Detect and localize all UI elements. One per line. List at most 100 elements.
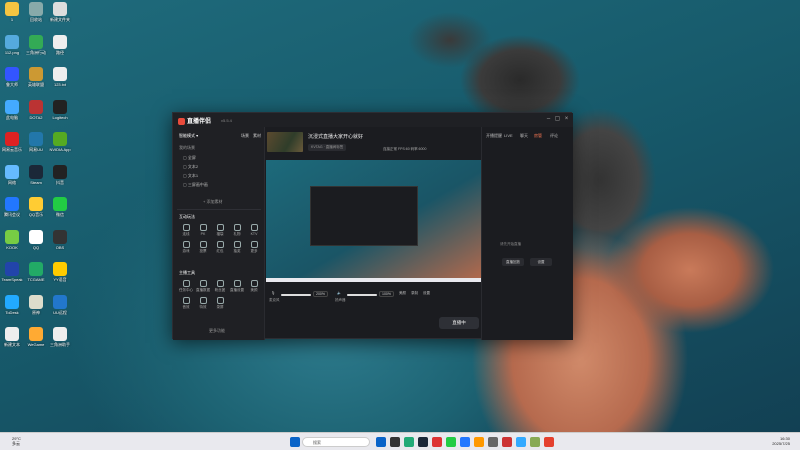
- desktop-icon[interactable]: OBS: [48, 229, 72, 250]
- maximize-icon[interactable]: ▢: [554, 116, 561, 123]
- speaker-icon[interactable]: 🔈: [337, 291, 341, 295]
- desktop-icon[interactable]: 微信: [48, 197, 72, 217]
- taskbar-app-icon[interactable]: [544, 437, 554, 447]
- stream-tags[interactable]: KVTAG · 直播间标签: [308, 144, 347, 151]
- desktop-icon[interactable]: 腾讯会议: [0, 197, 24, 217]
- scene-item[interactable]: ▢ 全屏: [183, 155, 196, 161]
- right-panel-tab[interactable]: 聊天: [520, 133, 528, 139]
- desktop-icon[interactable]: QQ音乐: [24, 197, 48, 217]
- desktop-icon[interactable]: 1: [0, 2, 24, 22]
- stream-cover[interactable]: [267, 132, 303, 152]
- tool-button[interactable]: 录屏: [211, 297, 229, 310]
- tool-button[interactable]: 红包: [211, 241, 229, 254]
- tool-button[interactable]: PK: [194, 224, 212, 236]
- taskbar-app-icon[interactable]: [390, 437, 400, 447]
- desktop-icon[interactable]: 英雄联盟: [24, 67, 48, 87]
- desktop-icon[interactable]: 三角洲助手: [48, 327, 72, 347]
- tool-button[interactable]: 直播设置: [228, 280, 246, 293]
- desktop-icon[interactable]: Logitech: [48, 99, 72, 120]
- tool-button[interactable]: 任务中心: [177, 280, 195, 293]
- desktop-icon[interactable]: 新建文件夹: [48, 2, 72, 22]
- tool-button[interactable]: 抽奖: [228, 241, 246, 254]
- clock[interactable]: 16:30 2025/7/25: [772, 436, 790, 446]
- desktop-icon[interactable]: 此电脑: [0, 99, 24, 120]
- beauty-button[interactable]: 美颜: [399, 291, 406, 296]
- settings-button[interactable]: 设置: [423, 291, 430, 296]
- minimize-icon[interactable]: –: [545, 116, 552, 123]
- tool-button[interactable]: 投票: [194, 241, 212, 254]
- desktop-icon[interactable]: 新建文本: [0, 327, 24, 347]
- replay-button[interactable]: 直播回放: [502, 258, 524, 266]
- scene-item[interactable]: ▢ 文本1: [183, 173, 198, 179]
- desktop-icon[interactable]: DOTA2: [24, 99, 48, 120]
- tool-button[interactable]: 游戏: [177, 241, 195, 254]
- desktop-icon[interactable]: QQ: [24, 229, 48, 250]
- tool-button[interactable]: 更多: [245, 241, 263, 254]
- taskbar-app-icon[interactable]: [418, 437, 428, 447]
- desktop-icon[interactable]: ToDesk: [0, 294, 24, 315]
- right-panel-tab[interactable]: 开播提醒: [486, 133, 502, 139]
- weather-widget[interactable]: 29°C 多云: [12, 436, 21, 446]
- desktop-icon[interactable]: 原神: [24, 294, 48, 315]
- taskbar-app-icon[interactable]: [488, 437, 498, 447]
- desktop-icon[interactable]: Steam: [24, 164, 48, 185]
- tab-scene[interactable]: 场景: [241, 133, 249, 139]
- mic-volume-value[interactable]: 200%: [313, 291, 328, 297]
- desktop-icon[interactable]: WeGame: [24, 327, 48, 347]
- taskbar-app-icon[interactable]: [502, 437, 512, 447]
- tool-button[interactable]: 美颜: [245, 280, 263, 293]
- speaker-volume-slider[interactable]: [347, 294, 377, 296]
- taskbar-app-icon[interactable]: [404, 437, 414, 447]
- start-icon[interactable]: [290, 437, 300, 447]
- desktop-icon[interactable]: YY语音: [48, 262, 72, 282]
- desktop-icon[interactable]: 112.png: [0, 34, 24, 55]
- taskbar-app-icon[interactable]: [460, 437, 470, 447]
- more-functions-link[interactable]: 更多功能: [209, 328, 225, 334]
- mic-volume-slider[interactable]: [281, 294, 311, 296]
- desktop-icon[interactable]: 123.txt: [48, 67, 72, 87]
- tool-button[interactable]: 音效: [177, 297, 195, 310]
- desktop-icon[interactable]: 网易UU: [24, 132, 48, 152]
- record-button[interactable]: 录制: [411, 291, 418, 296]
- tool-button[interactable]: KTV: [245, 224, 263, 236]
- desktop-icon[interactable]: TCGAME: [24, 262, 48, 282]
- tool-button[interactable]: 粉丝团: [211, 280, 229, 293]
- desktop-icon[interactable]: 抖音: [48, 164, 72, 185]
- desktop-icon[interactable]: 鲁大师: [0, 67, 24, 87]
- close-icon[interactable]: ×: [563, 116, 570, 123]
- start-live-button[interactable]: 直播中: [439, 317, 479, 329]
- right-panel-tab[interactable]: 评论: [550, 133, 558, 139]
- taskbar-app-icon[interactable]: [432, 437, 442, 447]
- desktop-icon[interactable]: 网络: [0, 164, 24, 185]
- right-panel-tab[interactable]: 房管: [534, 133, 542, 139]
- search-box[interactable]: 搜索: [302, 437, 370, 447]
- panel-settings-button[interactable]: 设置: [530, 258, 552, 266]
- desktop-icon[interactable]: KOOK: [0, 229, 24, 250]
- stream-preview[interactable]: [266, 160, 482, 282]
- mode-selector[interactable]: 智能模式 ▾: [179, 133, 198, 139]
- desktop-icon[interactable]: UU远程: [48, 294, 72, 315]
- right-panel-tab[interactable]: LIVE: [504, 133, 513, 138]
- stream-title[interactable]: 沉浸式直播大家开心就好: [308, 133, 363, 140]
- tool-button[interactable]: 特效: [194, 297, 212, 310]
- speaker-volume-value[interactable]: 100%: [379, 291, 394, 297]
- desktop-icon[interactable]: TeamSpeak: [0, 262, 24, 282]
- scene-item[interactable]: ▢ 文本2: [183, 164, 198, 170]
- desktop-icon[interactable]: NVIDIA App: [48, 132, 72, 152]
- add-source-button[interactable]: + 添加素材: [203, 199, 222, 205]
- tool-button[interactable]: 连线: [177, 224, 195, 237]
- tool-button[interactable]: 福袋: [211, 224, 229, 237]
- desktop-icon[interactable]: 网易云音乐: [0, 132, 24, 152]
- taskbar-app-icon[interactable]: [474, 437, 484, 447]
- title-bar[interactable]: 直播伴侣 v5.5.4 – ▢ ×: [173, 113, 573, 127]
- desktop-icon[interactable]: 回收站: [24, 2, 48, 22]
- taskbar-app-icon[interactable]: [530, 437, 540, 447]
- tool-button[interactable]: 礼物: [228, 224, 246, 237]
- taskbar-app-icon[interactable]: [446, 437, 456, 447]
- scene-item[interactable]: ▢ 三屏画中画: [183, 182, 208, 188]
- tool-button[interactable]: 直播数据: [194, 280, 212, 293]
- desktop-icon[interactable]: 三角洲行动: [24, 34, 48, 55]
- taskbar-app-icon[interactable]: [376, 437, 386, 447]
- desktop-icon[interactable]: 路径: [48, 34, 72, 55]
- taskbar-app-icon[interactable]: [516, 437, 526, 447]
